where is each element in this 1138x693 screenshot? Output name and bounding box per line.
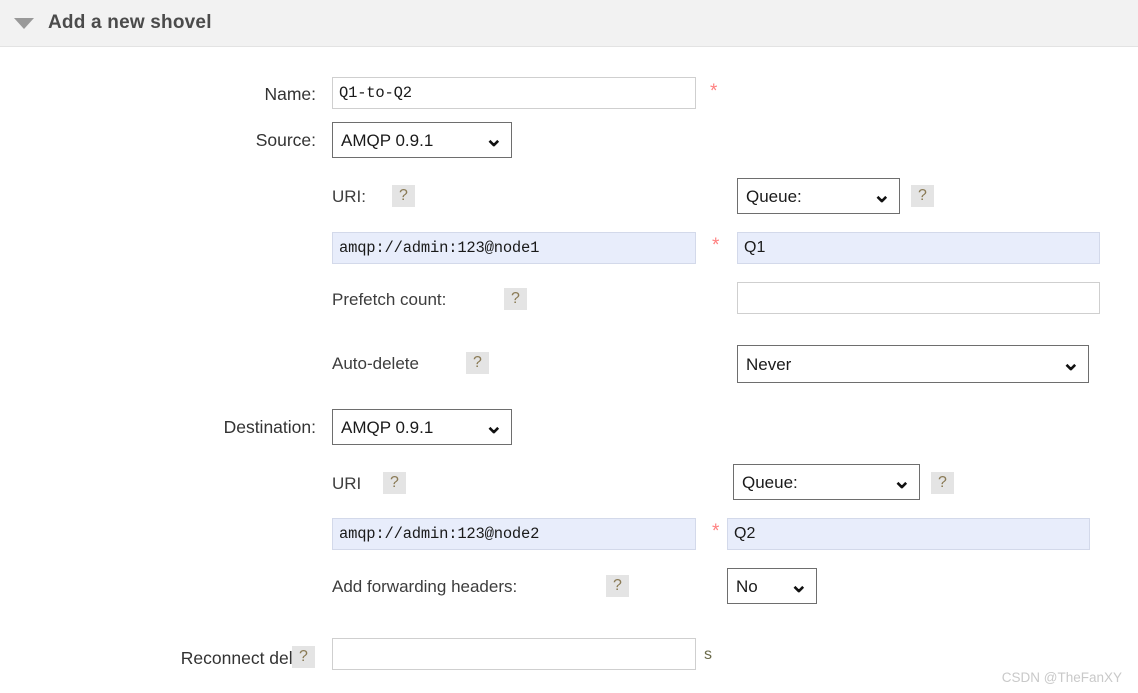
- triangle-down-icon[interactable]: [14, 17, 34, 29]
- source-autodelete-help-icon[interactable]: ?: [466, 352, 489, 374]
- source-endpoint-select[interactable]: Queue:: [737, 178, 900, 214]
- name-required-marker: *: [710, 81, 718, 102]
- reconnect-delay-label: Reconnect delay:: [180, 648, 316, 668]
- source-endpoint-select-wrap[interactable]: Queue: ⌄: [737, 178, 900, 214]
- source-autodelete-select[interactable]: Never: [737, 345, 1089, 383]
- section-header[interactable]: Add a new shovel: [0, 0, 1138, 47]
- source-uri-input[interactable]: [332, 232, 696, 264]
- source-prefetch-input[interactable]: [737, 282, 1100, 314]
- source-endpoint-help-icon[interactable]: ?: [911, 185, 934, 207]
- reconnect-delay-help-icon[interactable]: ?: [292, 646, 315, 668]
- reconnect-delay-input[interactable]: [332, 638, 696, 670]
- destination-uri-required-marker: *: [712, 521, 720, 542]
- source-uri-required-marker: *: [712, 235, 720, 256]
- destination-label: Destination:: [223, 417, 316, 437]
- name-input[interactable]: [332, 77, 696, 109]
- destination-protocol-select[interactable]: AMQP 0.9.1: [332, 409, 512, 445]
- source-protocol-select-wrap[interactable]: AMQP 0.9.1 ⌄: [332, 122, 512, 158]
- source-uri-label: URI:: [332, 187, 366, 206]
- destination-uri-help-icon[interactable]: ?: [383, 472, 406, 494]
- destination-forwarding-headers-select-wrap[interactable]: No ⌄: [727, 568, 817, 604]
- destination-endpoint-help-icon[interactable]: ?: [931, 472, 954, 494]
- watermark: CSDN @TheFanXY: [1001, 670, 1122, 685]
- source-protocol-select[interactable]: AMQP 0.9.1: [332, 122, 512, 158]
- source-label: Source:: [255, 130, 316, 150]
- page-title: Add a new shovel: [48, 12, 212, 33]
- destination-endpoint-select[interactable]: Queue:: [733, 464, 920, 500]
- destination-uri-input[interactable]: [332, 518, 696, 550]
- destination-endpoint-input[interactable]: [727, 518, 1090, 550]
- destination-protocol-select-wrap[interactable]: AMQP 0.9.1 ⌄: [332, 409, 512, 445]
- destination-uri-label: URI: [332, 474, 362, 493]
- destination-endpoint-select-wrap[interactable]: Queue: ⌄: [733, 464, 920, 500]
- destination-forwarding-headers-select[interactable]: No: [727, 568, 817, 604]
- name-label: Name:: [264, 84, 316, 104]
- reconnect-delay-unit: s: [704, 646, 712, 663]
- source-prefetch-label: Prefetch count:: [332, 290, 447, 309]
- source-autodelete-label: Auto-delete: [332, 354, 419, 373]
- source-endpoint-input[interactable]: [737, 232, 1100, 264]
- destination-forwarding-headers-label: Add forwarding headers:: [332, 577, 518, 596]
- source-autodelete-select-wrap[interactable]: Never ⌄: [737, 345, 1089, 383]
- source-uri-help-icon[interactable]: ?: [392, 185, 415, 207]
- source-prefetch-help-icon[interactable]: ?: [504, 288, 527, 310]
- destination-forwarding-headers-help-icon[interactable]: ?: [606, 575, 629, 597]
